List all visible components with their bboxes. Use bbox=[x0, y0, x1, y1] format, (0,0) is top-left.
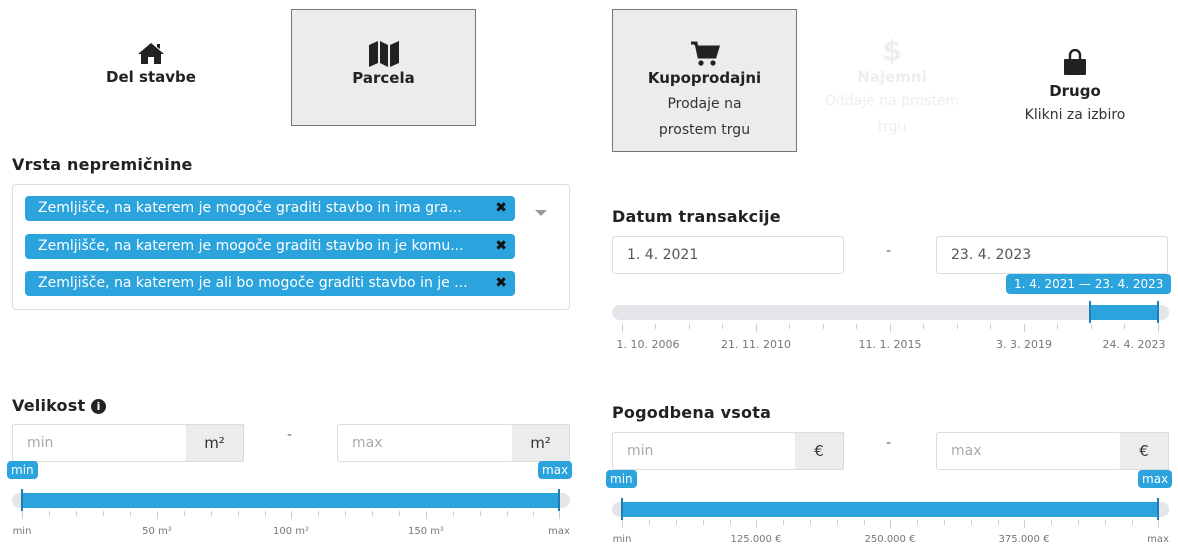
price-slider-fill bbox=[622, 502, 1158, 517]
tile-sublabel: Klikni za izbiro bbox=[1024, 107, 1126, 123]
svg-text:$: $ bbox=[882, 34, 901, 64]
price-max-unit: € bbox=[1120, 432, 1169, 470]
date-from-input[interactable]: 1. 4. 2021 bbox=[612, 236, 844, 274]
tile-label: Drugo bbox=[1049, 82, 1101, 100]
price-scale-label: 375.000 € bbox=[998, 534, 1050, 545]
tile-najemni: $ Najemni Oddaje na prostem trgu bbox=[808, 34, 976, 150]
size-slider-fill bbox=[22, 493, 559, 508]
date-scale-label: 24. 4. 2023 bbox=[1102, 338, 1166, 351]
range-dash: - bbox=[886, 243, 892, 259]
remove-chip-icon[interactable]: ✖ bbox=[495, 196, 507, 221]
size-max-tag: max bbox=[538, 461, 573, 479]
tile-sublabel: prostem trgu bbox=[658, 122, 751, 138]
range-dash: - bbox=[886, 435, 892, 451]
date-scale-label: 11. 1. 2015 bbox=[858, 338, 922, 351]
date-slider-handle-min[interactable] bbox=[1089, 301, 1091, 323]
date-scale-label: 1. 10. 2006 bbox=[616, 338, 680, 351]
tile-label: Najemni bbox=[857, 68, 927, 86]
info-icon[interactable]: i bbox=[91, 399, 107, 414]
tile-del-stavbe[interactable]: Del stavbe bbox=[96, 38, 206, 98]
price-scale-label: max bbox=[1147, 534, 1169, 545]
price-min-input[interactable]: min bbox=[612, 432, 796, 470]
velikost-label: Velikost i bbox=[12, 396, 107, 415]
tile-kupoprodajni[interactable]: Kupoprodajni Prodaje na prostem trgu bbox=[612, 9, 797, 152]
date-scale-label: 21. 11. 2010 bbox=[721, 338, 791, 351]
size-slider-handle-min[interactable] bbox=[21, 489, 23, 511]
date-range-tag: 1. 4. 2021 — 23. 4. 2023 bbox=[1006, 274, 1172, 294]
tile-parcela[interactable]: Parcela bbox=[291, 9, 476, 126]
price-min-tag: min bbox=[606, 470, 637, 488]
date-scale-label: 3. 3. 2019 bbox=[996, 338, 1052, 351]
property-type-chip: Zemljišče, na katerem je mogoče graditi … bbox=[25, 234, 515, 259]
date-slider-handle-max[interactable] bbox=[1157, 301, 1159, 323]
date-to-input[interactable]: 23. 4. 2023 bbox=[936, 236, 1168, 274]
size-min-input[interactable]: min bbox=[12, 424, 187, 462]
tile-label: Parcela bbox=[352, 69, 415, 87]
size-max-unit: m² bbox=[512, 424, 570, 462]
vsota-label: Pogodbena vsota bbox=[612, 403, 772, 422]
tile-label: Del stavbe bbox=[106, 68, 196, 86]
chevron-down-icon[interactable] bbox=[535, 210, 547, 216]
tile-label: Kupoprodajni bbox=[647, 69, 762, 87]
tile-sublabel: Prodaje na bbox=[667, 96, 742, 112]
size-scale-label: 150 m² bbox=[407, 526, 445, 537]
tile-sublabel: trgu bbox=[877, 119, 907, 135]
datum-label: Datum transakcije bbox=[612, 207, 781, 226]
dollar-icon: $ bbox=[875, 34, 909, 64]
remove-chip-icon[interactable]: ✖ bbox=[495, 234, 507, 259]
price-max-tag: max bbox=[1138, 470, 1173, 488]
range-dash: - bbox=[287, 427, 293, 443]
price-min-unit: € bbox=[795, 432, 844, 470]
home-icon bbox=[134, 38, 168, 68]
tile-sublabel: Oddaje na prostem bbox=[824, 93, 960, 109]
size-slider-handle-max[interactable] bbox=[558, 489, 560, 511]
price-scale-label: 125.000 € bbox=[730, 534, 782, 545]
size-min-unit: m² bbox=[186, 424, 244, 462]
date-slider-track[interactable] bbox=[612, 305, 1169, 320]
chip-text: Zemljišče, na katerem je mogoče graditi … bbox=[38, 200, 462, 216]
size-min-tag: min bbox=[7, 461, 38, 479]
date-slider-fill bbox=[1090, 305, 1158, 320]
price-scale-label: min bbox=[612, 534, 632, 545]
chip-text: Zemljišče, na katerem je ali bo mogoče g… bbox=[38, 275, 468, 291]
size-scale-label: 50 m² bbox=[142, 526, 172, 537]
velikost-label-text: Velikost bbox=[12, 396, 86, 415]
cart-icon bbox=[688, 39, 722, 69]
size-max-input[interactable]: max bbox=[337, 424, 513, 462]
price-slider-handle-max[interactable] bbox=[1157, 498, 1159, 520]
price-slider-handle-min[interactable] bbox=[621, 498, 623, 520]
vrsta-label: Vrsta nepremičnine bbox=[12, 155, 193, 174]
size-scale-label: min bbox=[12, 526, 32, 537]
property-type-chip: Zemljišče, na katerem je mogoče graditi … bbox=[25, 196, 515, 221]
tile-drugo[interactable]: Drugo Klikni za izbiro bbox=[1005, 48, 1145, 130]
bag-icon bbox=[1058, 48, 1092, 78]
size-scale-label: max bbox=[548, 526, 570, 537]
price-scale-label: 250.000 € bbox=[864, 534, 916, 545]
chip-text: Zemljišče, na katerem je mogoče graditi … bbox=[38, 238, 464, 254]
property-type-chip: Zemljišče, na katerem je ali bo mogoče g… bbox=[25, 271, 515, 296]
map-icon bbox=[367, 39, 401, 69]
price-max-input[interactable]: max bbox=[936, 432, 1121, 470]
remove-chip-icon[interactable]: ✖ bbox=[495, 271, 507, 296]
property-type-multiselect[interactable]: Zemljišče, na katerem je mogoče graditi … bbox=[12, 184, 570, 310]
size-scale-label: 100 m² bbox=[272, 526, 310, 537]
